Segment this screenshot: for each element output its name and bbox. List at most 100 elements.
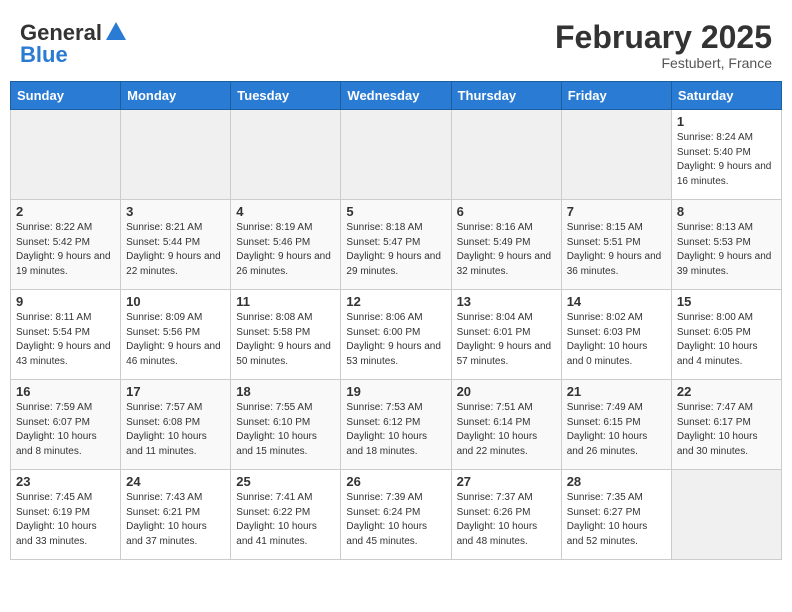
calendar-cell <box>11 110 121 200</box>
logo-triangle-icon <box>106 22 126 40</box>
calendar-cell <box>451 110 561 200</box>
calendar-cell <box>341 110 451 200</box>
day-number: 8 <box>677 204 776 219</box>
calendar-cell: 28 Sunrise: 7:35 AM Sunset: 6:27 PM Dayli… <box>561 470 671 560</box>
calendar-cell: 17 Sunrise: 7:57 AM Sunset: 6:08 PM Dayli… <box>121 380 231 470</box>
day-number: 7 <box>567 204 666 219</box>
col-saturday: Saturday <box>671 82 781 110</box>
day-info: Sunrise: 8:21 AM Sunset: 5:44 PM Dayligh… <box>126 221 225 279</box>
col-friday: Friday <box>561 82 671 110</box>
day-number: 22 <box>677 384 776 399</box>
day-number: 5 <box>346 204 445 219</box>
day-info: Sunrise: 7:41 AM Sunset: 6:22 PM Dayligh… <box>236 491 335 549</box>
day-info: Sunrise: 7:51 AM Sunset: 6:14 PM Dayligh… <box>457 401 556 459</box>
day-number: 4 <box>236 204 335 219</box>
calendar-cell: 3 Sunrise: 8:21 AM Sunset: 5:44 PM Daylig… <box>121 200 231 290</box>
calendar-cell: 20 Sunrise: 7:51 AM Sunset: 6:14 PM Dayli… <box>451 380 561 470</box>
calendar-cell: 14 Sunrise: 8:02 AM Sunset: 6:03 PM Dayli… <box>561 290 671 380</box>
calendar-cell: 16 Sunrise: 7:59 AM Sunset: 6:07 PM Dayli… <box>11 380 121 470</box>
calendar-cell: 2Sunrise: 8:22 AM Sunset: 5:42 PM Daylig… <box>11 200 121 290</box>
logo-blue-text: Blue <box>20 42 68 68</box>
calendar-cell: 23Sunrise: 7:45 AM Sunset: 6:19 PM Dayli… <box>11 470 121 560</box>
day-number: 10 <box>126 294 225 309</box>
day-number: 20 <box>457 384 556 399</box>
day-info: Sunrise: 7:59 AM Sunset: 6:07 PM Dayligh… <box>16 401 115 459</box>
calendar-cell: 13 Sunrise: 8:04 AM Sunset: 6:01 PM Dayli… <box>451 290 561 380</box>
day-info: Sunrise: 8:00 AM Sunset: 6:05 PM Dayligh… <box>677 311 776 369</box>
day-number: 25 <box>236 474 335 489</box>
day-number: 14 <box>567 294 666 309</box>
calendar-cell <box>671 470 781 560</box>
calendar-cell: 24 Sunrise: 7:43 AM Sunset: 6:21 PM Dayli… <box>121 470 231 560</box>
day-number: 21 <box>567 384 666 399</box>
day-number: 24 <box>126 474 225 489</box>
day-number: 6 <box>457 204 556 219</box>
day-info: Sunrise: 7:35 AM Sunset: 6:27 PM Dayligh… <box>567 491 666 549</box>
calendar-cell: 26Sunrise: 7:39 AM Sunset: 6:24 PM Dayli… <box>341 470 451 560</box>
title-block: February 2025 Festubert, France <box>555 20 772 71</box>
day-info: Sunrise: 7:49 AM Sunset: 6:15 PM Dayligh… <box>567 401 666 459</box>
day-info: Sunrise: 7:57 AM Sunset: 6:08 PM Dayligh… <box>126 401 225 459</box>
page-header: General Blue February 2025 Festubert, Fr… <box>10 10 782 76</box>
calendar-cell <box>121 110 231 200</box>
day-number: 16 <box>16 384 115 399</box>
col-tuesday: Tuesday <box>231 82 341 110</box>
day-info: Sunrise: 7:55 AM Sunset: 6:10 PM Dayligh… <box>236 401 335 459</box>
day-number: 28 <box>567 474 666 489</box>
day-info: Sunrise: 8:13 AM Sunset: 5:53 PM Dayligh… <box>677 221 776 279</box>
calendar-cell: 18Sunrise: 7:55 AM Sunset: 6:10 PM Dayli… <box>231 380 341 470</box>
day-info: Sunrise: 8:08 AM Sunset: 5:58 PM Dayligh… <box>236 311 335 369</box>
day-number: 15 <box>677 294 776 309</box>
calendar-cell: 25 Sunrise: 7:41 AM Sunset: 6:22 PM Dayli… <box>231 470 341 560</box>
day-info: Sunrise: 8:15 AM Sunset: 5:51 PM Dayligh… <box>567 221 666 279</box>
day-number: 12 <box>346 294 445 309</box>
day-info: Sunrise: 8:11 AM Sunset: 5:54 PM Dayligh… <box>16 311 115 369</box>
calendar-cell: 6 Sunrise: 8:16 AM Sunset: 5:49 PM Daylig… <box>451 200 561 290</box>
day-number: 19 <box>346 384 445 399</box>
day-info: Sunrise: 8:02 AM Sunset: 6:03 PM Dayligh… <box>567 311 666 369</box>
calendar-week-row: 23Sunrise: 7:45 AM Sunset: 6:19 PM Dayli… <box>11 470 782 560</box>
day-info: Sunrise: 7:53 AM Sunset: 6:12 PM Dayligh… <box>346 401 445 459</box>
col-wednesday: Wednesday <box>341 82 451 110</box>
calendar-week-row: 16 Sunrise: 7:59 AM Sunset: 6:07 PM Dayli… <box>11 380 782 470</box>
day-number: 11 <box>236 294 335 309</box>
month-title: February 2025 <box>555 20 772 55</box>
day-info: Sunrise: 8:09 AM Sunset: 5:56 PM Dayligh… <box>126 311 225 369</box>
calendar-cell: 11 Sunrise: 8:08 AM Sunset: 5:58 PM Dayli… <box>231 290 341 380</box>
calendar-cell: 4 Sunrise: 8:19 AM Sunset: 5:46 PM Daylig… <box>231 200 341 290</box>
logo: General Blue <box>20 20 126 68</box>
calendar-cell: 15 Sunrise: 8:00 AM Sunset: 6:05 PM Dayli… <box>671 290 781 380</box>
col-monday: Monday <box>121 82 231 110</box>
day-number: 26 <box>346 474 445 489</box>
day-number: 17 <box>126 384 225 399</box>
calendar-cell: 5Sunrise: 8:18 AM Sunset: 5:47 PM Daylig… <box>341 200 451 290</box>
calendar-cell: 7 Sunrise: 8:15 AM Sunset: 5:51 PM Daylig… <box>561 200 671 290</box>
day-info: Sunrise: 8:19 AM Sunset: 5:46 PM Dayligh… <box>236 221 335 279</box>
day-number: 27 <box>457 474 556 489</box>
calendar-cell: 21 Sunrise: 7:49 AM Sunset: 6:15 PM Dayli… <box>561 380 671 470</box>
calendar-week-row: 1Sunrise: 8:24 AM Sunset: 5:40 PM Daylig… <box>11 110 782 200</box>
day-number: 13 <box>457 294 556 309</box>
calendar-cell <box>561 110 671 200</box>
day-number: 2 <box>16 204 115 219</box>
day-info: Sunrise: 8:16 AM Sunset: 5:49 PM Dayligh… <box>457 221 556 279</box>
day-number: 3 <box>126 204 225 219</box>
calendar-cell: 12 Sunrise: 8:06 AM Sunset: 6:00 PM Dayli… <box>341 290 451 380</box>
calendar-cell: 8 Sunrise: 8:13 AM Sunset: 5:53 PM Daylig… <box>671 200 781 290</box>
calendar-week-row: 2Sunrise: 8:22 AM Sunset: 5:42 PM Daylig… <box>11 200 782 290</box>
calendar-cell: 27 Sunrise: 7:37 AM Sunset: 6:26 PM Dayli… <box>451 470 561 560</box>
day-info: Sunrise: 7:37 AM Sunset: 6:26 PM Dayligh… <box>457 491 556 549</box>
location-text: Festubert, France <box>555 55 772 71</box>
day-info: Sunrise: 8:04 AM Sunset: 6:01 PM Dayligh… <box>457 311 556 369</box>
calendar-cell: 19 Sunrise: 7:53 AM Sunset: 6:12 PM Dayli… <box>341 380 451 470</box>
calendar-header-row: Sunday Monday Tuesday Wednesday Thursday… <box>11 82 782 110</box>
calendar-table: Sunday Monday Tuesday Wednesday Thursday… <box>10 81 782 560</box>
calendar-cell: 10 Sunrise: 8:09 AM Sunset: 5:56 PM Dayli… <box>121 290 231 380</box>
day-number: 1 <box>677 114 776 129</box>
col-thursday: Thursday <box>451 82 561 110</box>
calendar-cell: 9 Sunrise: 8:11 AM Sunset: 5:54 PM Daylig… <box>11 290 121 380</box>
day-info: Sunrise: 8:06 AM Sunset: 6:00 PM Dayligh… <box>346 311 445 369</box>
calendar-week-row: 9 Sunrise: 8:11 AM Sunset: 5:54 PM Daylig… <box>11 290 782 380</box>
day-info: Sunrise: 7:43 AM Sunset: 6:21 PM Dayligh… <box>126 491 225 549</box>
day-number: 9 <box>16 294 115 309</box>
